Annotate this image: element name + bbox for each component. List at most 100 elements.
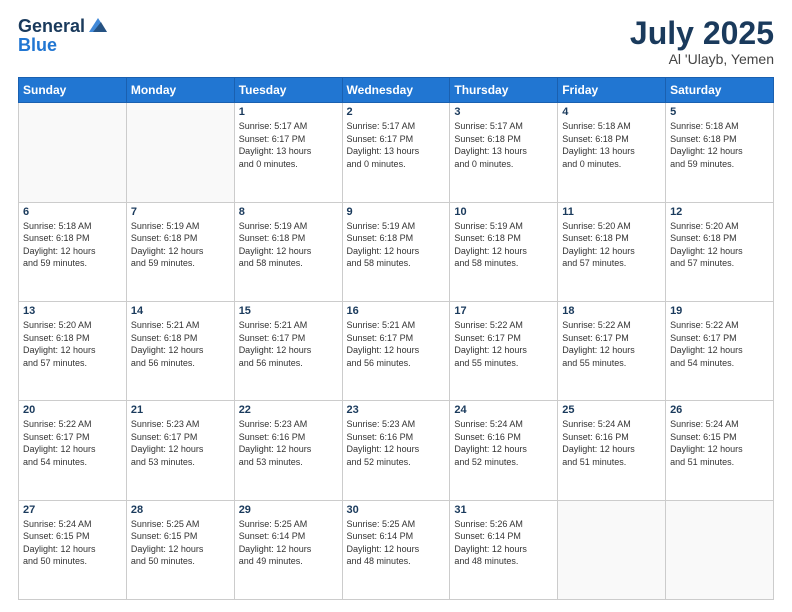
day-number: 6	[23, 206, 122, 218]
logo-icon	[87, 14, 109, 36]
table-row: 30 Sunrise: 5:25 AM Sunset: 6:14 PM Dayli…	[342, 500, 450, 599]
table-row: 31 Sunrise: 5:26 AM Sunset: 6:14 PM Dayli…	[450, 500, 558, 599]
title-block: July 2025 Al 'Ulayb, Yemen	[630, 16, 774, 67]
day-info: Sunrise: 5:26 AM Sunset: 6:14 PM Dayligh…	[454, 518, 553, 568]
day-info: Sunrise: 5:23 AM Sunset: 6:16 PM Dayligh…	[239, 418, 338, 468]
day-number: 30	[347, 504, 446, 516]
col-wednesday: Wednesday	[342, 78, 450, 103]
title-month: July 2025	[630, 16, 774, 51]
day-info: Sunrise: 5:18 AM Sunset: 6:18 PM Dayligh…	[23, 220, 122, 270]
day-info: Sunrise: 5:24 AM Sunset: 6:16 PM Dayligh…	[454, 418, 553, 468]
day-info: Sunrise: 5:22 AM Sunset: 6:17 PM Dayligh…	[562, 319, 661, 369]
table-row: 18 Sunrise: 5:22 AM Sunset: 6:17 PM Dayli…	[558, 301, 666, 400]
page: General Blue July 2025 Al 'Ulayb, Yemen …	[0, 0, 792, 612]
title-location: Al 'Ulayb, Yemen	[630, 51, 774, 67]
day-info: Sunrise: 5:17 AM Sunset: 6:18 PM Dayligh…	[454, 120, 553, 170]
table-row: 3Sunrise: 5:17 AM Sunset: 6:18 PM Daylig…	[450, 103, 558, 202]
day-info: Sunrise: 5:19 AM Sunset: 6:18 PM Dayligh…	[131, 220, 230, 270]
table-row: 4 Sunrise: 5:18 AM Sunset: 6:18 PM Daylig…	[558, 103, 666, 202]
day-number: 31	[454, 504, 553, 516]
day-info: Sunrise: 5:25 AM Sunset: 6:15 PM Dayligh…	[131, 518, 230, 568]
calendar-week-row: 27 Sunrise: 5:24 AM Sunset: 6:15 PM Dayli…	[19, 500, 774, 599]
day-number: 11	[562, 206, 661, 218]
table-row: 27 Sunrise: 5:24 AM Sunset: 6:15 PM Dayli…	[19, 500, 127, 599]
col-tuesday: Tuesday	[234, 78, 342, 103]
day-number: 22	[239, 404, 338, 416]
day-number: 4	[562, 106, 661, 118]
table-row: 25 Sunrise: 5:24 AM Sunset: 6:16 PM Dayli…	[558, 401, 666, 500]
table-row: 15Sunrise: 5:21 AM Sunset: 6:17 PM Dayli…	[234, 301, 342, 400]
day-number: 13	[23, 305, 122, 317]
col-friday: Friday	[558, 78, 666, 103]
day-number: 2	[347, 106, 446, 118]
table-row: 1 Sunrise: 5:17 AM Sunset: 6:17 PM Daylig…	[234, 103, 342, 202]
day-number: 28	[131, 504, 230, 516]
day-info: Sunrise: 5:21 AM Sunset: 6:18 PM Dayligh…	[131, 319, 230, 369]
day-info: Sunrise: 5:25 AM Sunset: 6:14 PM Dayligh…	[239, 518, 338, 568]
table-row: 7 Sunrise: 5:19 AM Sunset: 6:18 PM Daylig…	[126, 202, 234, 301]
table-row: 26Sunrise: 5:24 AM Sunset: 6:15 PM Dayli…	[666, 401, 774, 500]
day-number: 21	[131, 404, 230, 416]
calendar-table: Sunday Monday Tuesday Wednesday Thursday…	[18, 77, 774, 600]
day-info: Sunrise: 5:18 AM Sunset: 6:18 PM Dayligh…	[562, 120, 661, 170]
table-row: 13 Sunrise: 5:20 AM Sunset: 6:18 PM Dayli…	[19, 301, 127, 400]
day-info: Sunrise: 5:24 AM Sunset: 6:15 PM Dayligh…	[670, 418, 769, 468]
table-row: 16 Sunrise: 5:21 AM Sunset: 6:17 PM Dayli…	[342, 301, 450, 400]
day-number: 8	[239, 206, 338, 218]
day-info: Sunrise: 5:23 AM Sunset: 6:16 PM Dayligh…	[347, 418, 446, 468]
day-info: Sunrise: 5:24 AM Sunset: 6:15 PM Dayligh…	[23, 518, 122, 568]
table-row: 14 Sunrise: 5:21 AM Sunset: 6:18 PM Dayli…	[126, 301, 234, 400]
calendar-week-row: 1 Sunrise: 5:17 AM Sunset: 6:17 PM Daylig…	[19, 103, 774, 202]
table-row: 12Sunrise: 5:20 AM Sunset: 6:18 PM Dayli…	[666, 202, 774, 301]
table-row: 6 Sunrise: 5:18 AM Sunset: 6:18 PM Daylig…	[19, 202, 127, 301]
day-number: 23	[347, 404, 446, 416]
table-row: 5Sunrise: 5:18 AM Sunset: 6:18 PM Daylig…	[666, 103, 774, 202]
day-info: Sunrise: 5:21 AM Sunset: 6:17 PM Dayligh…	[347, 319, 446, 369]
day-number: 14	[131, 305, 230, 317]
day-number: 1	[239, 106, 338, 118]
day-number: 19	[670, 305, 769, 317]
day-info: Sunrise: 5:25 AM Sunset: 6:14 PM Dayligh…	[347, 518, 446, 568]
day-info: Sunrise: 5:18 AM Sunset: 6:18 PM Dayligh…	[670, 120, 769, 170]
day-info: Sunrise: 5:24 AM Sunset: 6:16 PM Dayligh…	[562, 418, 661, 468]
table-row: 11Sunrise: 5:20 AM Sunset: 6:18 PM Dayli…	[558, 202, 666, 301]
day-info: Sunrise: 5:17 AM Sunset: 6:17 PM Dayligh…	[347, 120, 446, 170]
day-number: 24	[454, 404, 553, 416]
day-info: Sunrise: 5:20 AM Sunset: 6:18 PM Dayligh…	[23, 319, 122, 369]
table-row: 21 Sunrise: 5:23 AM Sunset: 6:17 PM Dayli…	[126, 401, 234, 500]
day-number: 29	[239, 504, 338, 516]
day-number: 7	[131, 206, 230, 218]
table-row	[19, 103, 127, 202]
col-thursday: Thursday	[450, 78, 558, 103]
table-row	[558, 500, 666, 599]
table-row	[666, 500, 774, 599]
table-row: 17Sunrise: 5:22 AM Sunset: 6:17 PM Dayli…	[450, 301, 558, 400]
calendar-header-row: Sunday Monday Tuesday Wednesday Thursday…	[19, 78, 774, 103]
col-sunday: Sunday	[19, 78, 127, 103]
day-number: 12	[670, 206, 769, 218]
day-number: 18	[562, 305, 661, 317]
table-row: 28 Sunrise: 5:25 AM Sunset: 6:15 PM Dayli…	[126, 500, 234, 599]
day-number: 27	[23, 504, 122, 516]
logo-blue: Blue	[18, 36, 109, 56]
table-row: 19Sunrise: 5:22 AM Sunset: 6:17 PM Dayli…	[666, 301, 774, 400]
table-row: 22 Sunrise: 5:23 AM Sunset: 6:16 PM Dayli…	[234, 401, 342, 500]
table-row: 24 Sunrise: 5:24 AM Sunset: 6:16 PM Dayli…	[450, 401, 558, 500]
day-info: Sunrise: 5:19 AM Sunset: 6:18 PM Dayligh…	[347, 220, 446, 270]
day-number: 17	[454, 305, 553, 317]
header: General Blue July 2025 Al 'Ulayb, Yemen	[18, 16, 774, 67]
day-info: Sunrise: 5:23 AM Sunset: 6:17 PM Dayligh…	[131, 418, 230, 468]
logo: General Blue	[18, 16, 109, 56]
day-info: Sunrise: 5:17 AM Sunset: 6:17 PM Dayligh…	[239, 120, 338, 170]
table-row: 29 Sunrise: 5:25 AM Sunset: 6:14 PM Dayli…	[234, 500, 342, 599]
col-monday: Monday	[126, 78, 234, 103]
calendar-week-row: 13 Sunrise: 5:20 AM Sunset: 6:18 PM Dayli…	[19, 301, 774, 400]
col-saturday: Saturday	[666, 78, 774, 103]
day-number: 25	[562, 404, 661, 416]
table-row	[126, 103, 234, 202]
calendar-week-row: 6 Sunrise: 5:18 AM Sunset: 6:18 PM Daylig…	[19, 202, 774, 301]
table-row: 2 Sunrise: 5:17 AM Sunset: 6:17 PM Daylig…	[342, 103, 450, 202]
day-number: 16	[347, 305, 446, 317]
table-row: 9Sunrise: 5:19 AM Sunset: 6:18 PM Daylig…	[342, 202, 450, 301]
day-info: Sunrise: 5:19 AM Sunset: 6:18 PM Dayligh…	[239, 220, 338, 270]
